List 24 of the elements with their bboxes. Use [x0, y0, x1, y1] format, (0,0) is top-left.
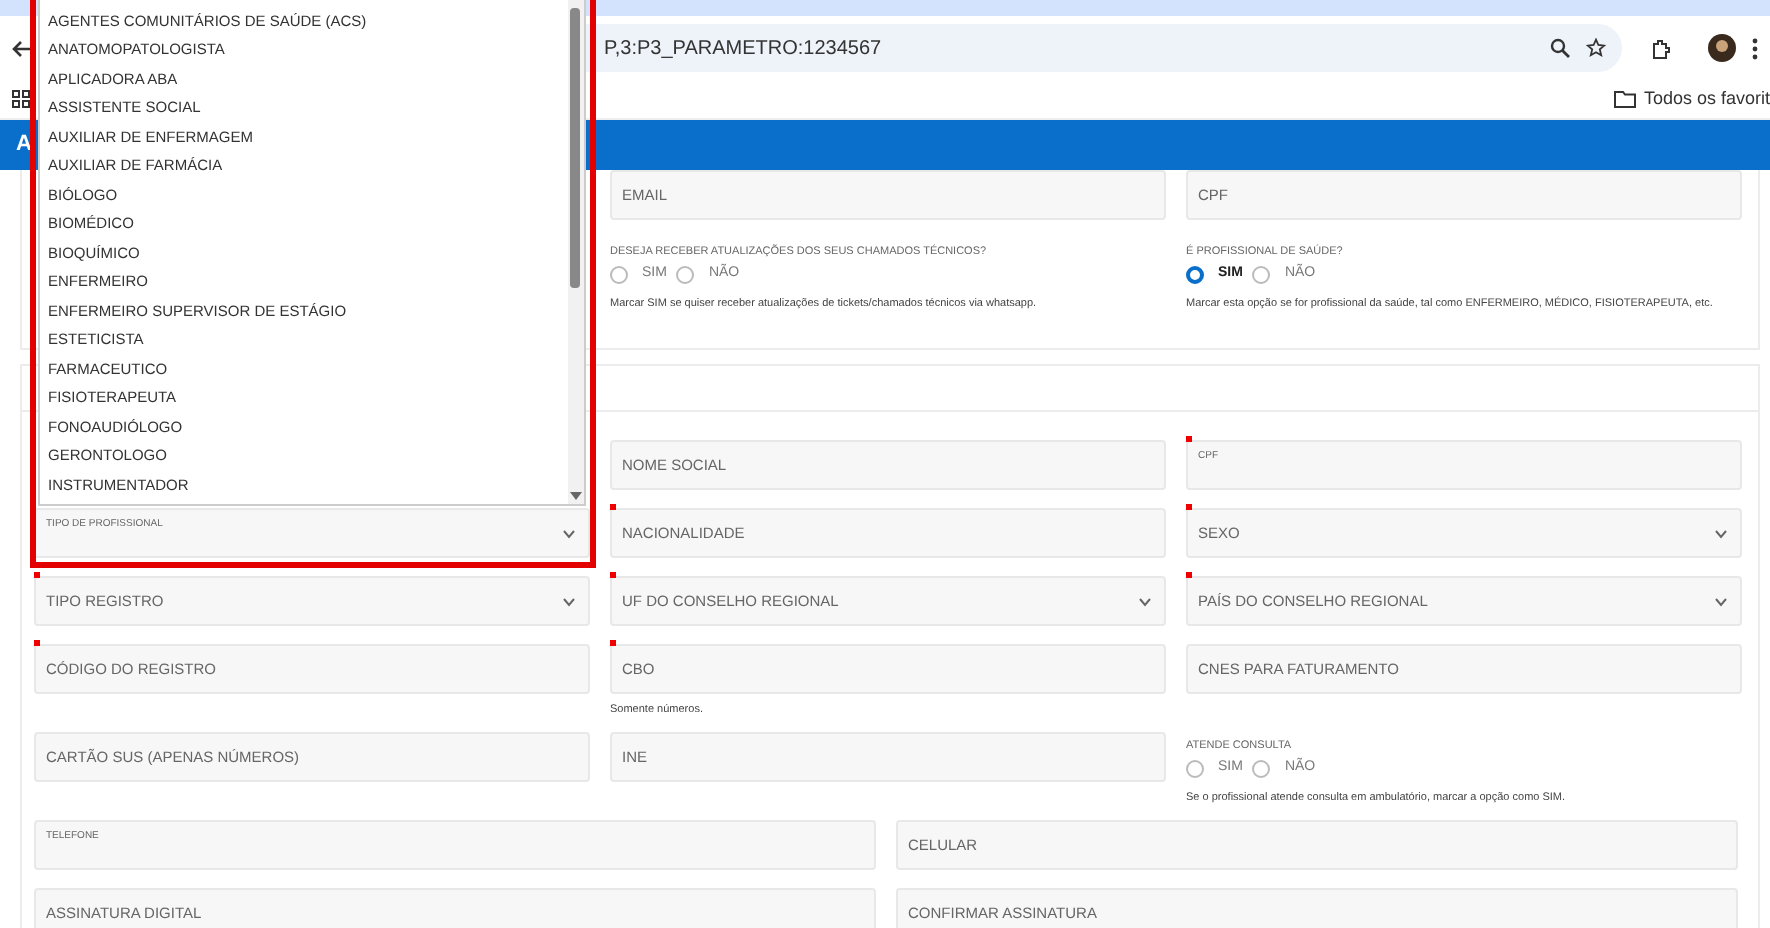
radio-button[interactable] [1186, 266, 1204, 284]
radio-button[interactable] [1252, 266, 1271, 284]
menu-icon[interactable] [1752, 37, 1758, 59]
chevron-down-icon [562, 528, 576, 540]
radio-button[interactable] [1186, 760, 1204, 778]
bookmark-folder[interactable]: Todos os favorit [1643, 85, 1770, 113]
app-title: A [16, 130, 32, 161]
folder-icon[interactable] [1613, 90, 1636, 108]
radio-button[interactable] [676, 266, 695, 284]
apps-icon[interactable] [12, 90, 30, 108]
extension-icon[interactable] [1650, 37, 1672, 59]
avatar-icon[interactable] [1708, 34, 1736, 62]
chevron-down-icon [1714, 528, 1728, 540]
chevron-down-icon [562, 596, 576, 608]
zoom-icon[interactable] [1550, 38, 1570, 58]
radio-button[interactable] [1252, 760, 1271, 778]
chevron-down-icon [1138, 596, 1152, 608]
radio-button[interactable] [610, 266, 628, 284]
star-icon[interactable] [1586, 38, 1606, 58]
scroll-down-icon[interactable] [570, 492, 582, 500]
url-text[interactable]: P,3:P3_PARAMETRO:1234567 [604, 33, 882, 63]
back-icon[interactable] [12, 39, 32, 57]
scrollbar[interactable] [568, 0, 584, 504]
chevron-down-icon [1714, 596, 1728, 608]
